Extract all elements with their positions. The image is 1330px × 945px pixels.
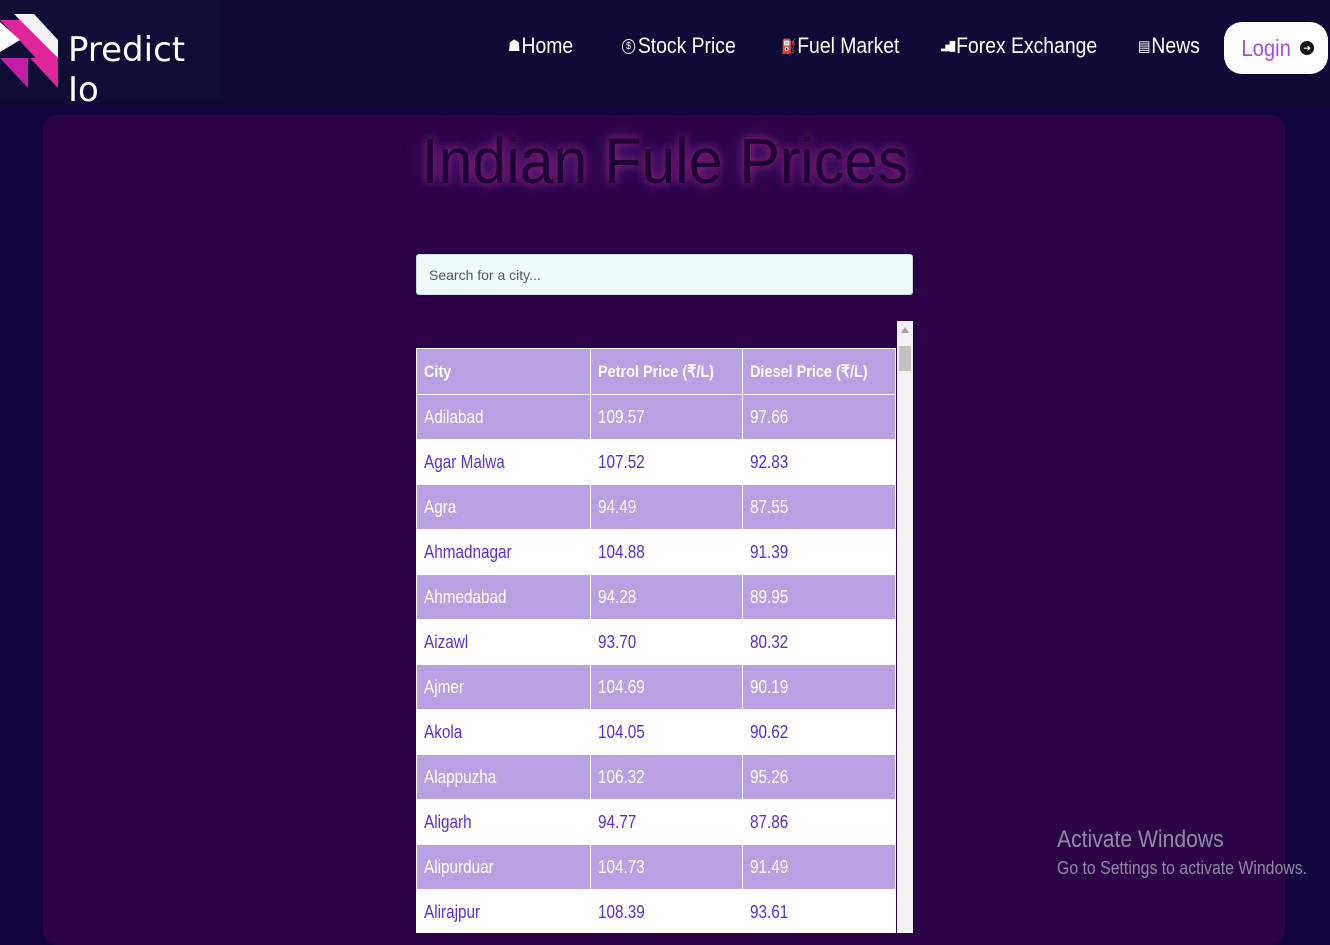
diesel-price-cell: 91.49 <box>741 844 897 890</box>
home-icon: ☗ <box>508 38 521 55</box>
nav-stock-price[interactable]: $ Stock Price <box>622 33 736 59</box>
login-button[interactable]: Login ➜ <box>1224 22 1328 74</box>
city-cell: Ajmer <box>416 664 592 710</box>
petrol-price-cell: 104.05 <box>590 709 743 755</box>
petrol-price-cell: 108.39 <box>590 889 743 933</box>
table-row: Alirajpur 108.39 93.61 <box>416 889 897 933</box>
petrol-price-cell: 94.28 <box>590 574 743 620</box>
table-row: Ahmadnagar 104.88 91.39 <box>416 529 897 575</box>
bar-chart-icon: ▂▅█ <box>941 40 955 51</box>
city-cell: Agra <box>416 484 592 530</box>
dollar-coin-icon: $ <box>622 38 636 54</box>
city-cell: Aizawl <box>416 619 592 665</box>
nav-home[interactable]: ☗ Home <box>508 33 573 59</box>
petrol-price-cell: 104.88 <box>590 529 743 575</box>
petrol-price-cell: 109.57 <box>590 394 743 440</box>
page-title: Indian Fule Prices <box>421 125 909 197</box>
nav-forex-exchange[interactable]: ▂▅█ Forex Exchange <box>941 33 1097 59</box>
petrol-price-cell: 94.49 <box>590 484 743 530</box>
table-row: Ahmedabad 94.28 89.95 <box>416 574 897 620</box>
nav-home-label: Home <box>521 33 574 58</box>
table-row: Agra 94.49 87.55 <box>416 484 897 530</box>
predict-io-logo-icon <box>0 14 58 88</box>
city-search-input[interactable] <box>416 254 913 295</box>
fuel-price-table-container[interactable]: City Petrol Price (₹/L) Diesel Price (₹/… <box>416 321 913 933</box>
petrol-price-cell: 104.69 <box>590 664 743 710</box>
diesel-price-cell: 93.61 <box>741 889 897 933</box>
nav-fuel-market-label: Fuel Market <box>797 33 900 58</box>
diesel-price-cell: 95.26 <box>741 754 897 800</box>
table-row: Akola 104.05 90.62 <box>416 709 897 755</box>
table-scrollbar[interactable] <box>897 321 913 933</box>
brand-name: Predict Io <box>68 30 186 110</box>
city-cell: Ahmedabad <box>416 574 592 620</box>
city-cell: Ahmadnagar <box>416 529 592 575</box>
login-label: Login <box>1241 34 1291 61</box>
brand-logo[interactable]: Predict Io <box>0 0 220 110</box>
diesel-price-cell: 90.62 <box>741 709 897 755</box>
column-header-petrol-price[interactable]: Petrol Price (₹/L) <box>590 348 743 395</box>
scrollbar-thumb[interactable] <box>899 346 911 371</box>
activate-windows-watermark: Activate Windows Go to Settings to activ… <box>1057 826 1330 879</box>
watermark-title: Activate Windows <box>1057 826 1224 853</box>
diesel-price-cell: 80.32 <box>741 619 897 665</box>
table-row: Agar Malwa 107.52 92.83 <box>416 439 897 485</box>
nav-news-label: News <box>1151 33 1200 58</box>
nav-forex-exchange-label: Forex Exchange <box>956 33 1098 58</box>
city-cell: Agar Malwa <box>416 439 592 485</box>
table-row: Ajmer 104.69 90.19 <box>416 664 897 710</box>
petrol-price-cell: 93.70 <box>590 619 743 665</box>
diesel-price-cell: 87.55 <box>741 484 897 530</box>
fuel-price-table: City Petrol Price (₹/L) Diesel Price (₹/… <box>416 348 897 933</box>
arrow-right-circle-icon: ➜ <box>1300 41 1315 55</box>
table-row: Aligarh 94.77 87.86 <box>416 799 897 845</box>
column-header-city[interactable]: City <box>416 348 592 395</box>
nav-fuel-market[interactable]: ⛽ Fuel Market <box>781 33 899 59</box>
diesel-price-cell: 97.66 <box>741 394 897 440</box>
petrol-price-cell: 94.77 <box>590 799 743 845</box>
table-row: Aizawl 93.70 80.32 <box>416 619 897 665</box>
city-cell: Adilabad <box>416 394 592 440</box>
diesel-price-cell: 89.95 <box>741 574 897 620</box>
petrol-price-cell: 104.73 <box>590 844 743 890</box>
city-cell: Akola <box>416 709 592 755</box>
diesel-price-cell: 87.86 <box>741 799 897 845</box>
column-header-diesel-price[interactable]: Diesel Price (₹/L) <box>741 348 897 395</box>
table-row: Alipurduar 104.73 91.49 <box>416 844 897 890</box>
city-cell: Aligarh <box>416 799 592 845</box>
watermark-subtitle: Go to Settings to activate Windows. <box>1057 858 1308 878</box>
scroll-up-arrow-icon[interactable] <box>901 327 909 333</box>
diesel-price-cell: 91.39 <box>741 529 897 575</box>
nav-news[interactable]: ▤ News <box>1138 33 1200 59</box>
petrol-price-cell: 106.32 <box>590 754 743 800</box>
top-navbar: Predict Io ☗ Home $ Stock Price ⛽ Fuel M… <box>0 0 1330 110</box>
newspaper-icon: ▤ <box>1138 38 1151 55</box>
table-header-row: City Petrol Price (₹/L) Diesel Price (₹/… <box>416 348 897 395</box>
fuel-pump-icon: ⛽ <box>781 37 797 54</box>
city-cell: Alappuzha <box>416 754 592 800</box>
city-cell: Alirajpur <box>416 889 592 933</box>
city-cell: Alipurduar <box>416 844 592 890</box>
table-row: Alappuzha 106.32 95.26 <box>416 754 897 800</box>
diesel-price-cell: 92.83 <box>741 439 897 485</box>
table-row: Adilabad 109.57 97.66 <box>416 394 897 440</box>
diesel-price-cell: 90.19 <box>741 664 897 710</box>
petrol-price-cell: 107.52 <box>590 439 743 485</box>
nav-stock-price-label: Stock Price <box>637 33 736 58</box>
